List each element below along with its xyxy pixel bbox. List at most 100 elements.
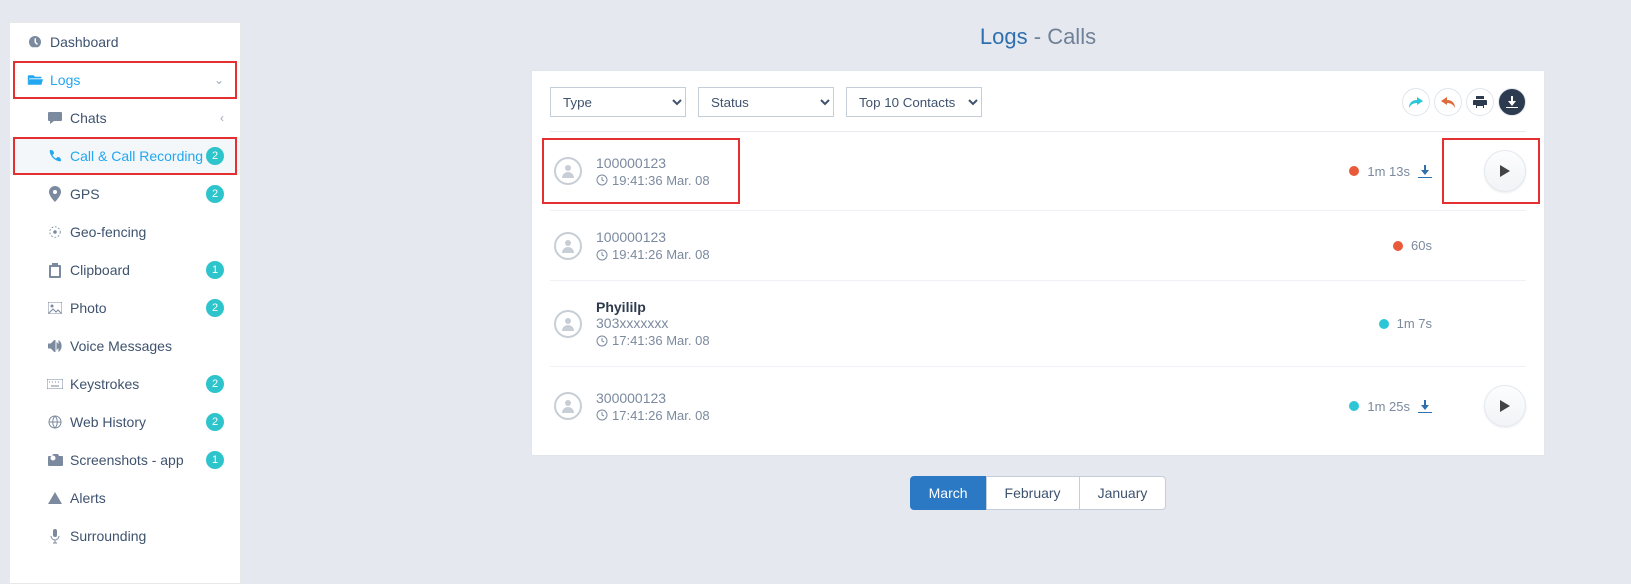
call-time: 17:41:36 Mar. 08 xyxy=(596,333,1379,348)
avatar-icon xyxy=(554,232,582,260)
title-accent: Logs xyxy=(980,24,1028,49)
sidebar-label: Call & Call Recording xyxy=(70,148,206,164)
call-meta: 60s xyxy=(1393,238,1432,253)
sidebar-item-call-recording[interactable]: Call & Call Recording 2 xyxy=(10,137,240,175)
call-row[interactable]: 100000123 19:41:36 Mar. 08 1m 13s xyxy=(550,132,1526,211)
duration: 1m 7s xyxy=(1397,316,1432,331)
contact-name: 100000123 xyxy=(596,229,1393,245)
sidebar-item-photo[interactable]: Photo 2 xyxy=(10,289,240,327)
sidebar-item-voice[interactable]: Voice Messages xyxy=(10,327,240,365)
duration: 1m 13s xyxy=(1367,164,1410,179)
call-info: 100000123 19:41:26 Mar. 08 xyxy=(596,229,1393,262)
chevron-left-icon: ‹ xyxy=(220,111,224,125)
sidebar-item-geofencing[interactable]: Geo-fencing xyxy=(10,213,240,251)
sidebar-label: Voice Messages xyxy=(70,338,224,354)
sidebar-item-screenshots[interactable]: Screenshots - app 1 xyxy=(10,441,240,479)
call-row[interactable]: Phyililp 303xxxxxxx 17:41:36 Mar. 08 1m … xyxy=(550,281,1526,367)
call-row[interactable]: 100000123 19:41:26 Mar. 08 60s xyxy=(550,211,1526,281)
sidebar-item-clipboard[interactable]: Clipboard 1 xyxy=(10,251,240,289)
chevron-down-icon: ⌄ xyxy=(214,73,224,87)
duration: 60s xyxy=(1411,238,1432,253)
sidebar: Dashboard Logs ⌄ Chats ‹ Call & Call Rec… xyxy=(9,22,241,584)
dashboard-icon xyxy=(24,34,46,50)
avatar-icon xyxy=(554,310,582,338)
photo-icon xyxy=(44,302,66,314)
month-tab[interactable]: January xyxy=(1079,476,1167,510)
download-icon[interactable] xyxy=(1418,165,1432,178)
reply-button[interactable] xyxy=(1434,88,1462,116)
avatar-icon xyxy=(554,392,582,420)
call-meta: 1m 25s xyxy=(1349,399,1432,414)
call-meta: 1m 7s xyxy=(1379,316,1432,331)
main-area: Logs - Calls Type Status Top 10 Contacts xyxy=(241,0,1631,584)
sidebar-label: Dashboard xyxy=(50,34,224,50)
camera-icon xyxy=(44,454,66,466)
sidebar-label: Keystrokes xyxy=(70,376,206,392)
contact-name: Phyililp xyxy=(596,299,1379,315)
count-badge: 2 xyxy=(206,299,224,317)
avatar-icon xyxy=(554,157,582,185)
filter-top-contacts[interactable]: Top 10 Contacts xyxy=(846,87,982,117)
clock-icon xyxy=(596,409,608,421)
sidebar-label: Surrounding xyxy=(70,528,224,544)
keyboard-icon xyxy=(44,379,66,389)
sidebar-label: GPS xyxy=(70,186,206,202)
count-badge: 1 xyxy=(206,261,224,279)
sidebar-item-gps[interactable]: GPS 2 xyxy=(10,175,240,213)
sidebar-label: Logs xyxy=(50,72,214,88)
call-time: 19:41:26 Mar. 08 xyxy=(596,247,1393,262)
month-tab[interactable]: March xyxy=(910,476,987,510)
clock-icon xyxy=(596,249,608,261)
clock-icon xyxy=(596,174,608,186)
call-meta: 1m 13s xyxy=(1349,164,1432,179)
export-button[interactable] xyxy=(1402,88,1430,116)
status-dot-icon xyxy=(1349,166,1359,176)
sidebar-label: Clipboard xyxy=(70,262,206,278)
sidebar-label: Alerts xyxy=(70,490,224,506)
status-dot-icon xyxy=(1379,319,1389,329)
download-icon[interactable] xyxy=(1418,400,1432,413)
sidebar-item-web-history[interactable]: Web History 2 xyxy=(10,403,240,441)
sound-icon xyxy=(44,340,66,352)
count-badge: 2 xyxy=(206,147,224,165)
warning-icon xyxy=(44,492,66,505)
call-time: 17:41:26 Mar. 08 xyxy=(596,408,1349,423)
chat-icon xyxy=(44,111,66,125)
filter-status[interactable]: Status xyxy=(698,87,834,117)
contact-name: 300000123 xyxy=(596,390,1349,406)
count-badge: 2 xyxy=(206,185,224,203)
sidebar-item-chats[interactable]: Chats ‹ xyxy=(10,99,240,137)
month-tab[interactable]: February xyxy=(986,476,1080,510)
sidebar-item-surrounding[interactable]: Surrounding xyxy=(10,517,240,555)
download-button[interactable] xyxy=(1498,88,1526,116)
print-button[interactable] xyxy=(1466,88,1494,116)
sidebar-label: Web History xyxy=(70,414,206,430)
folder-open-icon xyxy=(24,73,46,87)
sidebar-label: Photo xyxy=(70,300,206,316)
sidebar-label: Chats xyxy=(70,110,220,126)
play-button[interactable] xyxy=(1484,385,1526,427)
call-row[interactable]: 300000123 17:41:26 Mar. 08 1m 25s xyxy=(550,367,1526,455)
geofence-icon xyxy=(44,225,66,239)
phone-icon xyxy=(44,149,66,163)
filter-type[interactable]: Type xyxy=(550,87,686,117)
play-button[interactable] xyxy=(1484,150,1526,192)
duration: 1m 25s xyxy=(1367,399,1410,414)
call-info: 100000123 19:41:36 Mar. 08 xyxy=(596,155,1349,188)
sidebar-item-dashboard[interactable]: Dashboard xyxy=(10,23,240,61)
sidebar-label: Screenshots - app xyxy=(70,452,206,468)
clock-icon xyxy=(596,335,608,347)
calls-panel: Type Status Top 10 Contacts xyxy=(531,70,1545,456)
globe-icon xyxy=(44,415,66,429)
count-badge: 2 xyxy=(206,375,224,393)
count-badge: 2 xyxy=(206,413,224,431)
clipboard-icon xyxy=(44,263,66,278)
sidebar-item-logs[interactable]: Logs ⌄ xyxy=(10,61,240,99)
sidebar-item-alerts[interactable]: Alerts xyxy=(10,479,240,517)
contact-name: 100000123 xyxy=(596,155,1349,171)
sidebar-label: Geo-fencing xyxy=(70,224,224,240)
page-title: Logs - Calls xyxy=(531,24,1545,50)
count-badge: 1 xyxy=(206,451,224,469)
sidebar-item-keystrokes[interactable]: Keystrokes 2 xyxy=(10,365,240,403)
status-dot-icon xyxy=(1349,401,1359,411)
